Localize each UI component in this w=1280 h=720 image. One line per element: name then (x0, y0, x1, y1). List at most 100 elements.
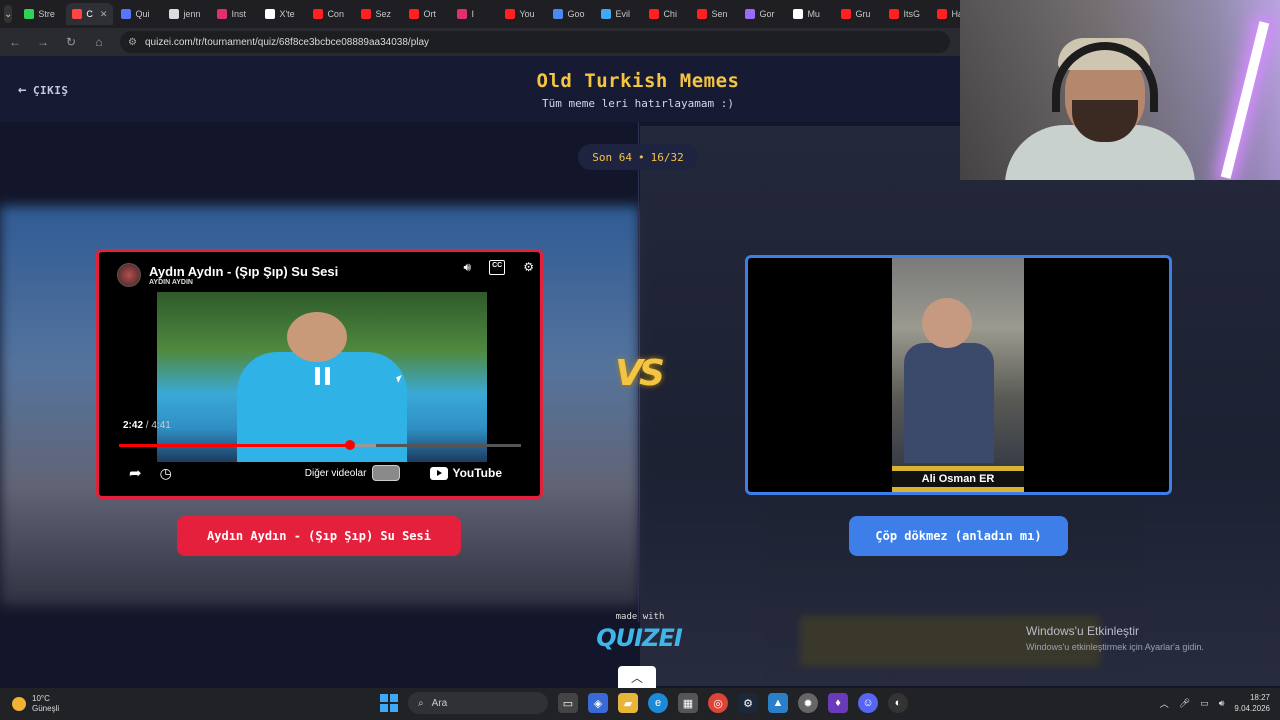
reload-icon[interactable]: ↻ (64, 35, 78, 49)
browser-tab[interactable]: Inst (211, 3, 257, 25)
obs-icon[interactable]: ♦ (828, 693, 848, 713)
windows-activation-watermark: Windows'u Etkinleştir Windows'u etkinleş… (1026, 624, 1204, 652)
taskbar-search[interactable]: ⌕ Ara (408, 692, 548, 714)
browser-tab[interactable]: Goo (547, 3, 593, 25)
taskview-icon[interactable]: ▭ (558, 693, 578, 713)
left-choice-button[interactable]: Aydın Aydın - (Şıp Şıp) Su Sesi (177, 516, 461, 556)
more-videos-thumbnail (372, 465, 401, 481)
vs-badge: VS (615, 352, 665, 394)
webcam-overlay (960, 0, 1280, 180)
browser-tab[interactable]: ItsG (883, 3, 929, 25)
pause-icon[interactable] (311, 367, 333, 389)
edge-icon[interactable]: e (648, 693, 668, 713)
browser-tab[interactable]: Mu (787, 3, 833, 25)
home-icon[interactable]: ⌂ (92, 35, 106, 49)
steam-icon[interactable]: ⚙ (738, 693, 758, 713)
tab-label: Goo (567, 9, 585, 19)
network-icon[interactable]: ▭ (1200, 698, 1209, 709)
tab-search-icon[interactable]: ⌄ (4, 5, 13, 23)
store-icon[interactable]: ▦ (678, 693, 698, 713)
tab-favicon-icon (121, 9, 132, 19)
browser-tab[interactable]: Chi (643, 3, 689, 25)
channel-avatar[interactable] (117, 263, 141, 287)
browser-tab[interactable]: Gor (739, 3, 785, 25)
url-field[interactable]: ⚙ quizei.com/tr/tournament/quiz/68f8ce3b… (120, 31, 950, 53)
chevron-up-tray-icon[interactable]: ︿ (1160, 697, 1169, 710)
left-video-card[interactable]: Aydın Aydın - (Şıp Şıp) Su Sesi AYDIN AY… (96, 249, 543, 499)
browser-tab[interactable]: Con (307, 3, 353, 25)
tab-label: Ort (423, 9, 436, 19)
close-tab-icon[interactable]: ✕ (100, 9, 108, 20)
photos-icon[interactable]: ▲ (768, 693, 788, 713)
tab-favicon-icon (841, 9, 852, 19)
browser-tab[interactable]: Gru (835, 3, 881, 25)
address-bar-row: ← → ↻ ⌂ ⚙ quizei.com/tr/tournament/quiz/… (0, 28, 960, 56)
youtube-logo[interactable]: YouTube (430, 466, 502, 480)
browser-tab[interactable]: C ✕ (66, 3, 114, 25)
tab-favicon-icon (793, 9, 804, 19)
tab-favicon-icon (72, 9, 83, 19)
chrome-icon[interactable]: ◎ (708, 693, 728, 713)
video-title[interactable]: Aydın Aydın - (Şıp Şıp) Su Sesi (149, 264, 338, 279)
clock[interactable]: 18:27 9.04.2026 (1234, 692, 1270, 714)
browser-tab[interactable]: Qui (115, 3, 161, 25)
settings-icon[interactable]: ⚙ (523, 260, 534, 275)
weather-desc: Güneşli (32, 704, 60, 713)
more-videos-button[interactable]: Diğer videolar (305, 465, 401, 481)
tab-favicon-icon (553, 9, 564, 19)
file-explorer-icon[interactable]: ▰ (618, 693, 638, 713)
watch-later-icon[interactable]: ◷ (160, 465, 172, 482)
back-icon[interactable]: ← (8, 35, 22, 49)
speaker-icon[interactable]: 🔊︎ (1219, 698, 1225, 709)
video-progress-bar[interactable] (119, 440, 521, 450)
tab-favicon-icon (313, 9, 324, 19)
settings-app-icon[interactable]: ✹ (798, 693, 818, 713)
right-video-card[interactable]: Ali Osman ER (745, 255, 1172, 495)
browser-tab[interactable]: Sen (691, 3, 737, 25)
quizei-logo[interactable]: QUIZEI (594, 624, 684, 652)
time-total: 4:41 (151, 420, 171, 431)
browser-tab[interactable]: I (451, 3, 497, 25)
youtube-play-icon (430, 466, 449, 480)
tab-label: X'te (279, 9, 295, 19)
sun-icon (12, 697, 26, 711)
chevron-up-icon[interactable]: ︿ (618, 666, 656, 688)
weather-widget[interactable]: 10°C Güneşli (12, 694, 59, 714)
screen: ⌄ Stre C ✕ Qui jenn Inst X'te Con Sez Ort I You Goo E… (0, 0, 1280, 720)
tab-favicon-icon (601, 9, 612, 19)
video-caption: Ali Osman ER (892, 471, 1024, 487)
tab-favicon-icon (169, 9, 180, 19)
browser-tab[interactable]: jenn (163, 3, 209, 25)
browser-tab[interactable]: You (499, 3, 545, 25)
browser-tab[interactable]: Sez (355, 3, 401, 25)
tab-label: Qui (135, 9, 150, 19)
tab-label: Inst (231, 9, 246, 19)
browser-tab[interactable]: Han (931, 3, 960, 25)
forward-icon[interactable]: → (36, 35, 50, 49)
tab-favicon-icon (889, 9, 900, 19)
channel-name[interactable]: AYDIN AYDIN (149, 279, 338, 286)
browser-tab[interactable]: X'te (259, 3, 305, 25)
tab-favicon-icon (745, 9, 756, 19)
tab-favicon-icon (457, 9, 468, 19)
volume-icon[interactable]: 🔊︎ (464, 260, 472, 275)
site-info-icon[interactable]: ⚙ (128, 37, 137, 48)
browser-tab[interactable]: Evil (595, 3, 641, 25)
round-badge: Son 64 • 16/32 (578, 144, 698, 170)
microphone-icon[interactable]: 🎤︎ (1179, 698, 1190, 709)
captions-icon[interactable]: CC (489, 260, 506, 275)
tab-label: Evil (615, 9, 630, 19)
activation-line2: Windows'u etkinleştirmek için Ayarlar'a … (1026, 642, 1204, 652)
browser-tab[interactable]: Ort (403, 3, 449, 25)
widgets-icon[interactable]: ◈ (588, 693, 608, 713)
tab-label: I (471, 9, 474, 19)
windows-start-icon[interactable] (380, 694, 398, 712)
discord-icon[interactable]: ☺ (858, 693, 878, 713)
right-video-frame[interactable]: Ali Osman ER (892, 258, 1024, 492)
right-choice-button[interactable]: Çöp dökmez (anladın mı) (849, 516, 1068, 556)
share-icon[interactable]: ➦ (129, 464, 142, 482)
time-current: 2:42 (123, 420, 144, 431)
tab-favicon-icon (265, 9, 276, 19)
browser-tab[interactable]: Stre (18, 3, 64, 25)
app-icon[interactable]: ◐ (888, 693, 908, 713)
